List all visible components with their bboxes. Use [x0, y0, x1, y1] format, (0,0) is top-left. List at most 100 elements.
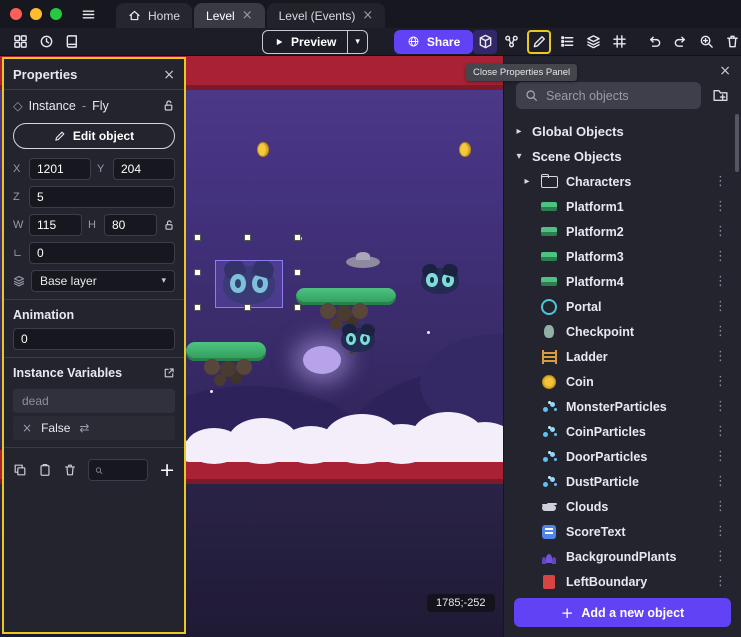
add-folder-icon[interactable]: [712, 87, 729, 104]
group-global-objects[interactable]: ▸ Global Objects: [514, 119, 731, 144]
selection-handle[interactable]: [194, 304, 201, 311]
selection-handle[interactable]: [194, 269, 201, 276]
open-variables-editor-icon[interactable]: [163, 367, 175, 379]
object-menu-icon[interactable]: ⋮: [710, 274, 731, 289]
copy-icon[interactable]: [13, 463, 27, 477]
object-list-item[interactable]: DoorParticles ⋮: [514, 444, 731, 469]
scene-saucer[interactable]: [346, 256, 380, 268]
scrollbar-thumb[interactable]: [735, 114, 739, 172]
dashboard-icon[interactable]: [8, 30, 32, 54]
scene-coin[interactable]: [459, 142, 471, 157]
objects-search-input[interactable]: [546, 89, 692, 103]
object-menu-icon[interactable]: ⋮: [710, 174, 731, 189]
layers-icon[interactable]: [581, 30, 605, 54]
object-menu-icon[interactable]: ⋮: [710, 474, 731, 489]
paste-icon[interactable]: [38, 463, 52, 477]
object-menu-icon[interactable]: ⋮: [710, 199, 731, 214]
main-menu-button[interactable]: [76, 2, 100, 26]
edit-properties-icon[interactable]: [529, 32, 549, 52]
scene-coin[interactable]: [257, 142, 269, 157]
lock-instance-icon[interactable]: [162, 99, 175, 112]
share-button[interactable]: Share: [394, 30, 473, 54]
close-properties-icon[interactable]: ×: [163, 68, 175, 82]
selection-handle[interactable]: [294, 304, 301, 311]
object-list-item[interactable]: Platform1 ⋮: [514, 194, 731, 219]
object-list-item[interactable]: Platform2 ⋮: [514, 219, 731, 244]
y-input[interactable]: [113, 158, 175, 180]
object-list-item[interactable]: CoinParticles ⋮: [514, 419, 731, 444]
manual-icon[interactable]: [60, 30, 84, 54]
object-menu-icon[interactable]: ⋮: [710, 224, 731, 239]
selection-handle[interactable]: [294, 234, 301, 241]
object-menu-icon[interactable]: ⋮: [710, 349, 731, 364]
redo-icon[interactable]: [668, 30, 692, 54]
objects-panel-icon[interactable]: [473, 30, 497, 54]
object-list-item[interactable]: Platform4 ⋮: [514, 269, 731, 294]
instances-list-icon[interactable]: [555, 30, 579, 54]
object-list-item[interactable]: ▸ Characters ⋮: [514, 169, 731, 194]
object-menu-icon[interactable]: ⋮: [710, 574, 731, 589]
selection-handle[interactable]: [194, 234, 201, 241]
animation-input[interactable]: [13, 328, 175, 350]
close-window-button[interactable]: [10, 8, 22, 20]
object-menu-icon[interactable]: ⋮: [710, 499, 731, 514]
object-menu-icon[interactable]: ⋮: [710, 524, 731, 539]
history-icon[interactable]: [34, 30, 58, 54]
object-menu-icon[interactable]: ⋮: [710, 324, 731, 339]
object-menu-icon[interactable]: ⋮: [710, 249, 731, 264]
angle-input[interactable]: [29, 242, 175, 264]
edit-object-button[interactable]: Edit object: [13, 123, 175, 149]
object-list-item[interactable]: Portal ⋮: [514, 294, 731, 319]
selection-handle[interactable]: [244, 234, 251, 241]
tab-home[interactable]: Home: [116, 3, 192, 28]
object-list-item[interactable]: Coin ⋮: [514, 369, 731, 394]
scene-fly[interactable]: [421, 268, 459, 294]
delete-icon[interactable]: [720, 30, 741, 54]
add-new-object-button[interactable]: + Add a new object: [514, 598, 731, 627]
width-input[interactable]: [29, 214, 82, 236]
close-tab-icon[interactable]: ×: [242, 9, 253, 22]
scene-fly[interactable]: [341, 328, 375, 352]
object-menu-icon[interactable]: ⋮: [710, 299, 731, 314]
scene-platform[interactable]: [186, 342, 266, 391]
group-scene-objects[interactable]: ▾ Scene Objects: [514, 144, 731, 169]
tab-level[interactable]: Level ×: [194, 3, 265, 28]
grid-icon[interactable]: [607, 30, 631, 54]
tab-level-events[interactable]: Level (Events) ×: [267, 3, 386, 28]
object-menu-icon[interactable]: ⋮: [710, 549, 731, 564]
variables-search-input[interactable]: [108, 464, 141, 476]
object-list-item[interactable]: LeftBoundary ⋮: [514, 569, 731, 592]
variable-value-row[interactable]: × False ⇄: [13, 416, 175, 440]
object-list-item[interactable]: MonsterParticles ⋮: [514, 394, 731, 419]
add-variable-button[interactable]: +: [159, 461, 175, 480]
object-list-item[interactable]: Platform3 ⋮: [514, 244, 731, 269]
object-menu-icon[interactable]: ⋮: [710, 374, 731, 389]
object-list-item[interactable]: BackgroundPlants ⋮: [514, 544, 731, 569]
object-menu-icon[interactable]: ⋮: [710, 449, 731, 464]
object-list-item[interactable]: DustParticle ⋮: [514, 469, 731, 494]
object-list-item[interactable]: Ladder ⋮: [514, 344, 731, 369]
undo-icon[interactable]: [642, 30, 666, 54]
preview-options-button[interactable]: ▾: [348, 37, 367, 47]
object-menu-icon[interactable]: ⋮: [710, 399, 731, 414]
close-tab-icon[interactable]: ×: [362, 9, 373, 22]
delete-variable-icon[interactable]: [63, 463, 77, 477]
z-input[interactable]: [29, 186, 175, 208]
variable-name[interactable]: dead: [13, 389, 175, 413]
layer-select[interactable]: Base layer ▾: [31, 270, 175, 292]
object-list-item[interactable]: Clouds ⋮: [514, 494, 731, 519]
height-input[interactable]: [104, 214, 157, 236]
object-menu-icon[interactable]: ⋮: [710, 424, 731, 439]
selection-rectangle[interactable]: [215, 260, 283, 308]
selection-handle[interactable]: [244, 304, 251, 311]
keep-ratio-lock-icon[interactable]: [163, 219, 175, 231]
maximize-window-button[interactable]: [50, 8, 62, 20]
minimize-window-button[interactable]: [30, 8, 42, 20]
zoom-icon[interactable]: [694, 30, 718, 54]
close-objects-panel-icon[interactable]: ×: [719, 62, 731, 80]
preview-button[interactable]: Preview: [263, 31, 347, 53]
swap-value-icon[interactable]: ⇄: [79, 421, 89, 435]
object-list-item[interactable]: Checkpoint ⋮: [514, 319, 731, 344]
selection-handle[interactable]: [294, 269, 301, 276]
object-list-item[interactable]: ScoreText ⋮: [514, 519, 731, 544]
